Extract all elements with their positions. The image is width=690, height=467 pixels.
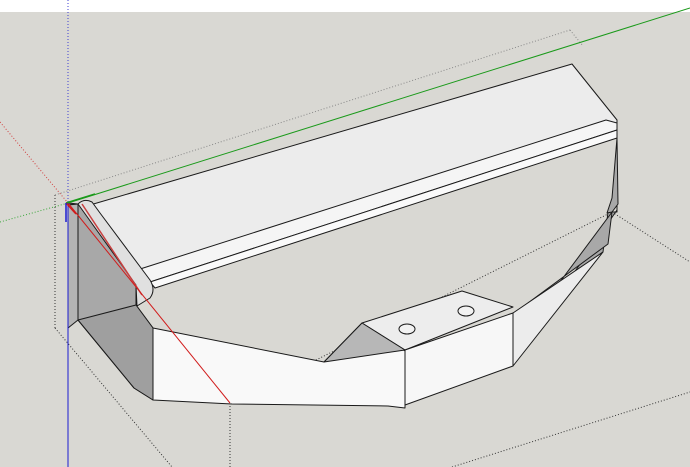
mounting-hole[interactable] xyxy=(457,305,475,317)
sky xyxy=(0,0,690,12)
mounting-hole[interactable] xyxy=(398,323,416,335)
3d-viewport[interactable] xyxy=(0,0,690,467)
viewport-canvas[interactable] xyxy=(0,0,690,467)
left-vertical-face xyxy=(67,203,79,329)
